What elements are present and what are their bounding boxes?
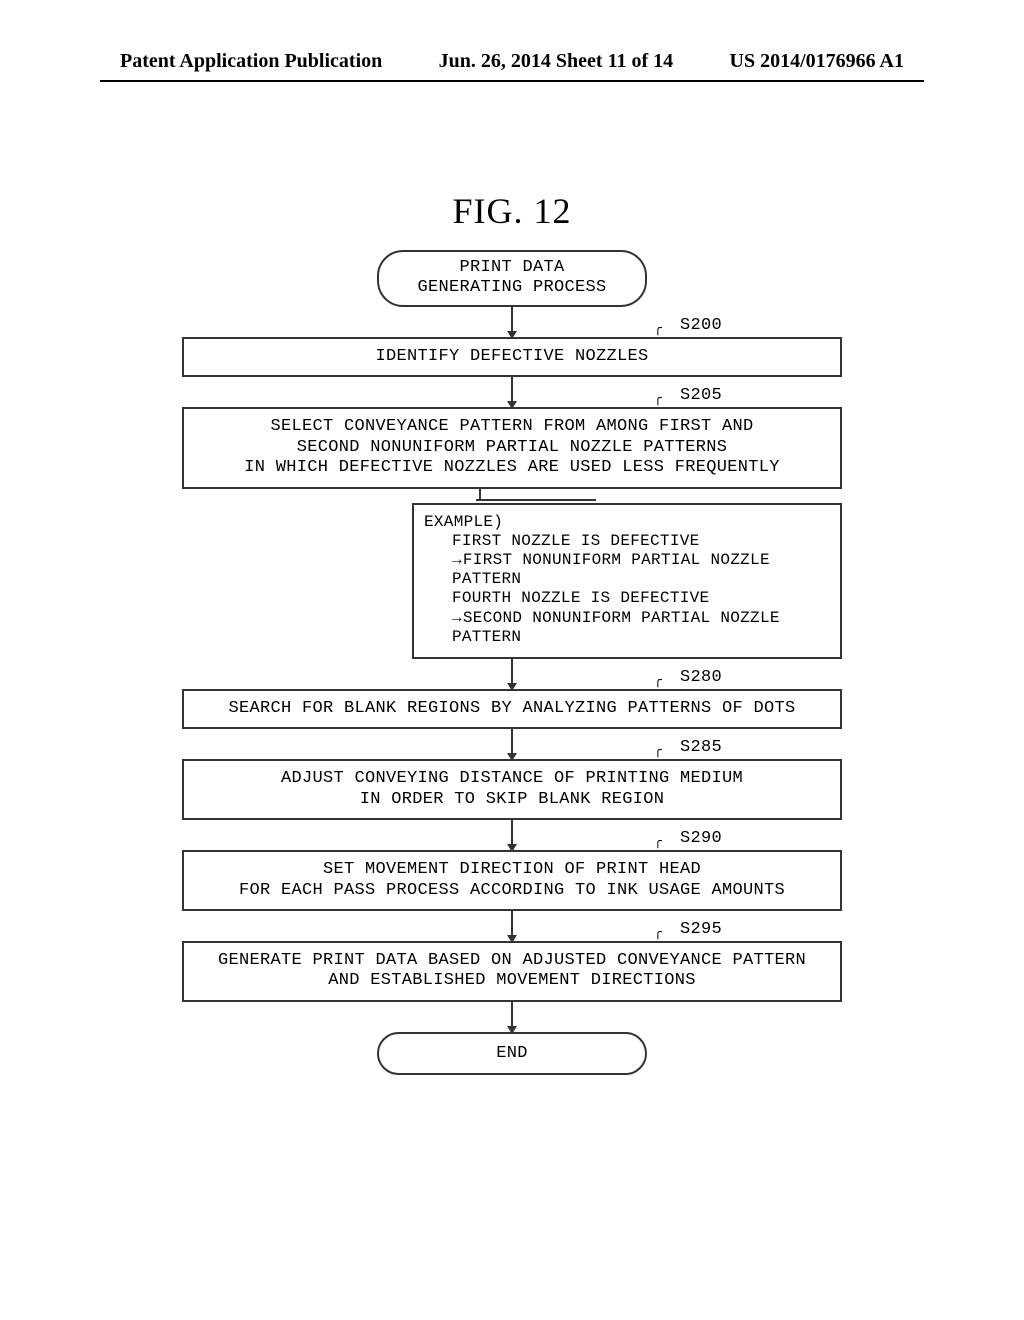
process-text: SET MOVEMENT DIRECTION OF PRINT HEADFOR … <box>239 860 785 899</box>
terminator-end-text: END <box>496 1044 528 1063</box>
step-ref-s280: S280 <box>680 668 722 687</box>
arrow-row-s295: ╭ S295 <box>182 911 842 941</box>
callout-line: FOURTH NOZZLE IS DEFECTIVE <box>424 589 830 608</box>
terminator-start: PRINT DATAGENERATING PROCESS <box>377 250 647 307</box>
step-ref-s200: S200 <box>680 316 722 335</box>
callout-line: PATTERN <box>424 628 830 647</box>
arrow-down-icon <box>511 729 513 759</box>
ref-tick-icon: ╭ <box>654 321 662 336</box>
arrow-down-icon <box>511 659 513 689</box>
ref-tick-icon: ╭ <box>654 925 662 940</box>
patent-page: Patent Application Publication Jun. 26, … <box>0 0 1024 1320</box>
arrow-down-icon <box>511 1002 513 1032</box>
arrow-row-end <box>182 1002 842 1032</box>
process-text: GENERATE PRINT DATA BASED ON ADJUSTED CO… <box>218 951 806 990</box>
arrow-down-icon <box>511 377 513 407</box>
callout-title: EXAMPLE) <box>424 513 830 532</box>
process-s290: SET MOVEMENT DIRECTION OF PRINT HEADFOR … <box>182 850 842 911</box>
step-ref-s285: S285 <box>680 738 722 757</box>
header-right: US 2014/0176966 A1 <box>730 50 904 73</box>
figure-label: FIG. 12 <box>0 190 1024 232</box>
process-s205: SELECT CONVEYANCE PATTERN FROM AMONG FIR… <box>182 407 842 488</box>
flowchart: PRINT DATAGENERATING PROCESS ╭ S200 IDEN… <box>182 250 842 1075</box>
callout-text: SECOND NONUNIFORM PARTIAL NOZZLE <box>463 609 780 627</box>
step-ref-s205: S205 <box>680 386 722 405</box>
ref-tick-icon: ╭ <box>654 743 662 758</box>
process-s280: SEARCH FOR BLANK REGIONS BY ANALYZING PA… <box>182 689 842 729</box>
callout-line-arrow: FIRST NONUNIFORM PARTIAL NOZZLE <box>424 551 830 570</box>
page-header: Patent Application Publication Jun. 26, … <box>0 50 1024 81</box>
arrow-down-icon <box>511 911 513 941</box>
process-text: SEARCH FOR BLANK REGIONS BY ANALYZING PA… <box>228 699 795 718</box>
header-center: Jun. 26, 2014 Sheet 11 of 14 <box>439 50 673 73</box>
ref-tick-icon: ╭ <box>654 673 662 688</box>
process-s285: ADJUST CONVEYING DISTANCE OF PRINTING ME… <box>182 759 842 820</box>
callout-line: PATTERN <box>424 570 830 589</box>
process-text: IDENTIFY DEFECTIVE NOZZLES <box>375 347 648 366</box>
arrow-row-s290: ╭ S290 <box>182 820 842 850</box>
arrow-row-s200: ╭ S200 <box>182 307 842 337</box>
arrow-row-s285: ╭ S285 <box>182 729 842 759</box>
callout-leader <box>182 489 842 503</box>
arrow-row-s205: ╭ S205 <box>182 377 842 407</box>
terminator-start-text: PRINT DATAGENERATING PROCESS <box>417 258 606 297</box>
arrow-down-icon <box>511 820 513 850</box>
process-text: SELECT CONVEYANCE PATTERN FROM AMONG FIR… <box>244 417 780 477</box>
callout-text: FIRST NONUNIFORM PARTIAL NOZZLE <box>463 551 770 569</box>
terminator-end: END <box>377 1032 647 1076</box>
process-s295: GENERATE PRINT DATA BASED ON ADJUSTED CO… <box>182 941 842 1002</box>
header-rule <box>100 80 924 82</box>
callout-line-arrow: SECOND NONUNIFORM PARTIAL NOZZLE <box>424 609 830 628</box>
ref-tick-icon: ╭ <box>654 834 662 849</box>
callout-line: FIRST NOZZLE IS DEFECTIVE <box>424 532 830 551</box>
step-ref-s290: S290 <box>680 829 722 848</box>
step-ref-s295: S295 <box>680 920 722 939</box>
leader-line-icon <box>476 499 596 501</box>
process-s200: IDENTIFY DEFECTIVE NOZZLES <box>182 337 842 377</box>
example-callout: EXAMPLE) FIRST NOZZLE IS DEFECTIVE FIRST… <box>412 503 842 659</box>
arrow-row-s280: ╭ S280 <box>182 659 842 689</box>
arrow-down-icon <box>511 307 513 337</box>
ref-tick-icon: ╭ <box>654 391 662 406</box>
process-text: ADJUST CONVEYING DISTANCE OF PRINTING ME… <box>281 769 743 808</box>
header-left: Patent Application Publication <box>120 50 382 73</box>
